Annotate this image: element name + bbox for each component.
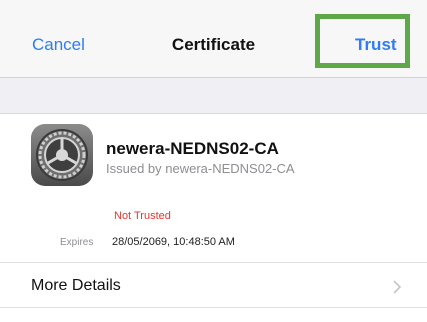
expires-label: Expires	[60, 237, 94, 248]
cancel-button[interactable]: Cancel	[32, 35, 85, 55]
certificate-card: newera-NEDNS02-CA Issued by newera-NEDNS…	[0, 113, 427, 322]
chevron-right-icon	[393, 280, 402, 294]
trust-status-label: Not Trusted	[114, 210, 171, 222]
trust-button[interactable]: Trust	[355, 35, 397, 55]
more-details-label: More Details	[31, 277, 121, 294]
certificate-issuer: Issued by newera-NEDNS02-CA	[106, 161, 295, 176]
bottom-divider	[0, 307, 427, 308]
expires-value: 28/05/2069, 10:48:50 AM	[112, 236, 235, 248]
more-details-row[interactable]: More Details	[0, 263, 427, 307]
settings-gear-icon	[31, 124, 93, 186]
certificate-screen: Cancel Certificate Trust newera-NEDNS02-…	[0, 0, 427, 322]
navigation-bar: Cancel Certificate Trust	[0, 0, 427, 78]
certificate-name: newera-NEDNS02-CA	[106, 139, 279, 158]
